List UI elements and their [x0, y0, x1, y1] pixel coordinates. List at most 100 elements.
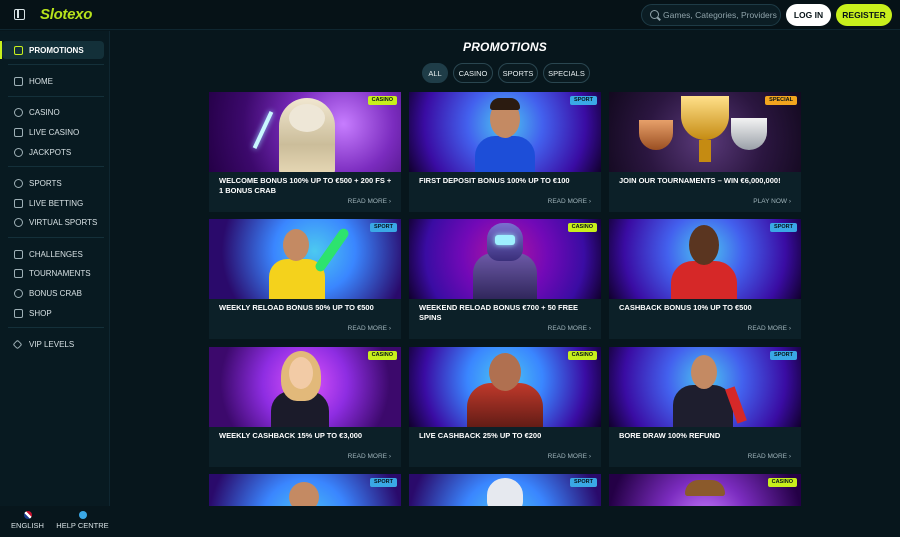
read-more-link[interactable]: READ MORE › [748, 325, 791, 332]
search-input[interactable]: Games, Categories, Providers [641, 4, 781, 26]
divider [8, 64, 104, 65]
read-more-link[interactable]: READ MORE › [348, 325, 391, 332]
sidebar-item-live-casino[interactable]: LIVE CASINO [14, 124, 79, 140]
warrior-head [489, 353, 521, 391]
category-badge: SPORT [570, 478, 597, 487]
play-now-label: PLAY NOW [753, 198, 788, 205]
lightning-bolt [252, 111, 274, 149]
promo-card[interactable]: SPORT [409, 474, 601, 506]
chevron-right-icon: › [588, 198, 591, 205]
category-badge: SPORT [370, 223, 397, 232]
read-more-link[interactable]: READ MORE › [348, 453, 391, 460]
sidebar-item-casino[interactable]: CASINO [14, 104, 60, 120]
category-badge: SPORT [570, 96, 597, 105]
filter-all[interactable]: ALL [422, 63, 448, 83]
read-more-label: READ MORE [347, 325, 388, 332]
help-centre-link[interactable]: HELP CENTRE [55, 507, 110, 537]
read-more-label: READ MORE [347, 453, 388, 460]
promo-title: JOIN OUR TOURNAMENTS – WIN €6,000,000! [619, 176, 781, 185]
sidebar-item-label: LIVE BETTING [29, 198, 84, 208]
sidebar-item-challenges[interactable]: CHALLENGES [14, 246, 83, 262]
sidebar-item-label: CASINO [29, 107, 60, 117]
cowboy-hat [685, 480, 725, 496]
language-selector[interactable]: ENGLISH [0, 507, 55, 537]
chevron-right-icon: › [588, 453, 591, 460]
filter-casino[interactable]: CASINO [453, 63, 493, 83]
promo-card[interactable]: CASINO LIVE CASHBACK 25% UP TO €200 READ… [409, 347, 601, 467]
player-head [289, 482, 319, 506]
trophy-icon [14, 249, 23, 259]
sidebar: PROMOTIONS HOME CASINO LIVE CASINO JACKP… [0, 31, 110, 530]
read-more-link[interactable]: READ MORE › [348, 198, 391, 205]
sidebar-item-shop[interactable]: SHOP [14, 305, 52, 321]
login-button[interactable]: LOG IN [786, 4, 831, 26]
chevron-right-icon: › [788, 453, 791, 460]
bag-icon [14, 308, 23, 318]
promo-title: WEEKEND RELOAD BONUS €700 + 50 FREE SPIN… [419, 303, 578, 322]
zeus-head [289, 104, 325, 132]
promo-card[interactable]: CASINO WELCOME BONUS 100% UP TO €500 + 2… [209, 92, 401, 212]
sidebar-item-vip-levels[interactable]: VIP LEVELS [12, 336, 74, 352]
help-label: HELP CENTRE [56, 521, 109, 530]
category-badge: CASINO [367, 351, 397, 360]
filter-specials[interactable]: SPECIALS [543, 63, 590, 83]
register-button[interactable]: REGISTER [836, 4, 892, 26]
chevron-right-icon: › [788, 325, 791, 332]
promo-card[interactable]: SPORT WEEKLY RELOAD BONUS 50% UP TO €500… [209, 219, 401, 339]
sidebar-item-label: PROMOTIONS [29, 45, 84, 55]
promo-card[interactable]: SPORT CASHBACK BONUS 10% UP TO €500 READ… [609, 219, 801, 339]
uk-flag-icon [23, 511, 32, 519]
sidebar-item-label: JACKPOTS [29, 147, 72, 157]
chevron-right-icon: › [388, 325, 391, 332]
sidebar-item-sports[interactable]: SPORTS [14, 175, 62, 191]
logo[interactable]: Slotexo [40, 6, 92, 23]
sidebar-item-home[interactable]: HOME [14, 73, 53, 89]
category-badge: SPORT [770, 223, 797, 232]
screen-icon [14, 198, 23, 208]
search-icon [650, 10, 659, 19]
sidebar-item-label: LIVE CASINO [29, 127, 80, 137]
sidebar-item-tournaments[interactable]: TOURNAMENTS [14, 265, 91, 281]
promo-card[interactable]: SPORT BORE DRAW 100% REFUND READ MORE › [609, 347, 801, 467]
read-more-link[interactable]: READ MORE › [548, 453, 591, 460]
divider [8, 166, 104, 167]
top-bar: Slotexo Games, Categories, Providers LOG… [0, 0, 900, 30]
promo-title: BORE DRAW 100% REFUND [619, 431, 721, 440]
promo-card[interactable]: SPORT FIRST DEPOSIT BONUS 100% UP TO €10… [409, 92, 601, 212]
category-badge: CASINO [767, 478, 797, 487]
chevron-right-icon: › [788, 198, 791, 205]
sidebar-item-label: CHALLENGES [29, 249, 83, 259]
player-head [691, 355, 717, 389]
sidebar-item-bonus-crab[interactable]: BONUS CRAB [14, 285, 82, 301]
play-now-link[interactable]: PLAY NOW › [753, 198, 791, 205]
read-more-link[interactable]: READ MORE › [548, 325, 591, 332]
home-icon [14, 76, 23, 86]
promo-card[interactable]: CASINO WEEKEND RELOAD BONUS €700 + 50 FR… [409, 219, 601, 339]
sidebar-item-live-betting[interactable]: LIVE BETTING [14, 195, 83, 211]
sidebar-item-label: HOME [29, 76, 53, 86]
globe-icon [14, 217, 23, 227]
category-badge: CASINO [367, 96, 397, 105]
promo-card[interactable]: CASINO WEEKLY CASHBACK 15% UP TO €3,000 … [209, 347, 401, 467]
read-more-label: READ MORE [547, 198, 588, 205]
chip-icon [14, 107, 23, 117]
sidebar-item-virtual-sports[interactable]: VIRTUAL SPORTS [14, 214, 97, 230]
promo-card[interactable]: SPORT [209, 474, 401, 506]
player-hair [490, 98, 520, 110]
filter-sports[interactable]: SPORTS [498, 63, 538, 83]
category-badge: SPORT [370, 478, 397, 487]
divider [8, 96, 104, 97]
ball-icon [14, 178, 23, 188]
sidebar-item-jackpots[interactable]: JACKPOTS [14, 144, 71, 160]
read-more-link[interactable]: READ MORE › [748, 453, 791, 460]
robot-visor [495, 235, 515, 245]
promo-title: WEEKLY RELOAD BONUS 50% UP TO €500 [219, 303, 374, 312]
sidebar-item-promotions[interactable]: PROMOTIONS [14, 42, 84, 58]
promo-card[interactable]: CASINO [609, 474, 801, 506]
help-icon [78, 511, 87, 519]
sidebar-toggle-icon[interactable] [14, 9, 25, 20]
promo-card[interactable]: SPECIAL JOIN OUR TOURNAMENTS – WIN €6,00… [609, 92, 801, 212]
read-more-link[interactable]: READ MORE › [548, 198, 591, 205]
category-badge: CASINO [567, 351, 597, 360]
tennis-player-head [283, 229, 309, 261]
